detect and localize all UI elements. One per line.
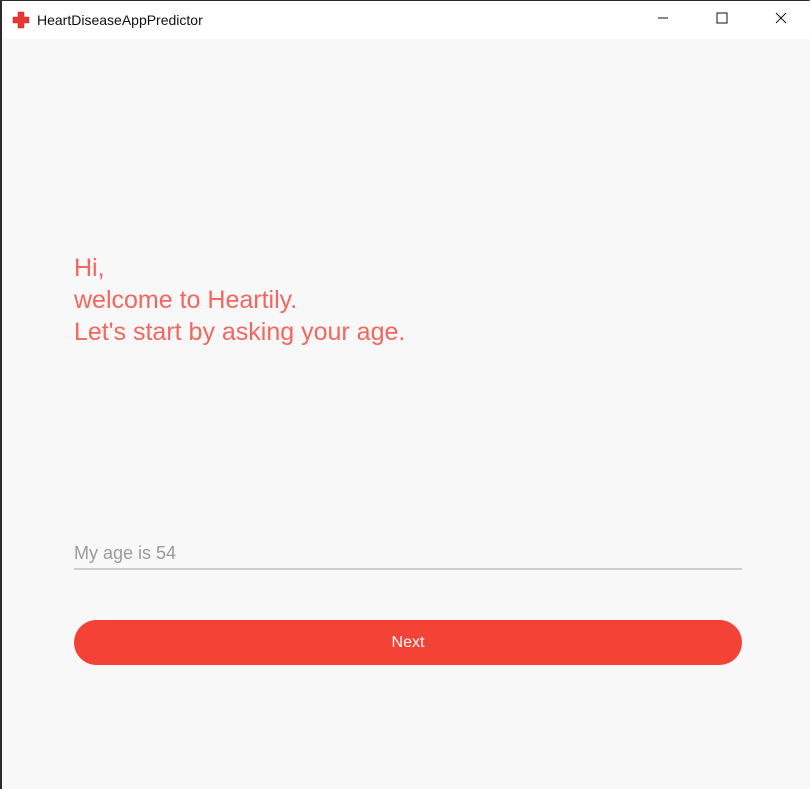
greeting-line-3: Let's start by asking your age.: [74, 318, 406, 346]
minimize-icon: [657, 11, 669, 29]
maximize-button[interactable]: [693, 1, 751, 39]
age-input[interactable]: My age is 54: [74, 539, 742, 570]
maximize-icon: [716, 11, 728, 29]
close-icon: [775, 11, 787, 29]
next-button-label: Next: [391, 633, 425, 651]
minimize-button[interactable]: [634, 1, 692, 39]
age-input-value: My age is 54: [74, 543, 177, 563]
greeting-line-1: Hi,: [74, 254, 105, 282]
title-bar[interactable]: HeartDiseaseAppPredictor: [2, 1, 810, 39]
main-content: Hi, welcome to Heartily. Let's start by …: [2, 39, 810, 789]
next-button[interactable]: Next: [74, 620, 742, 665]
red-cross-icon: [11, 10, 31, 30]
greeting-text: Hi, welcome to Heartily. Let's start by …: [74, 252, 405, 348]
app-window: HeartDiseaseAppPredictor Hi, welcome to …: [0, 0, 810, 789]
close-button[interactable]: [752, 1, 810, 39]
greeting-line-2: welcome to Heartily.: [74, 286, 298, 314]
window-title: HeartDiseaseAppPredictor: [37, 12, 203, 28]
